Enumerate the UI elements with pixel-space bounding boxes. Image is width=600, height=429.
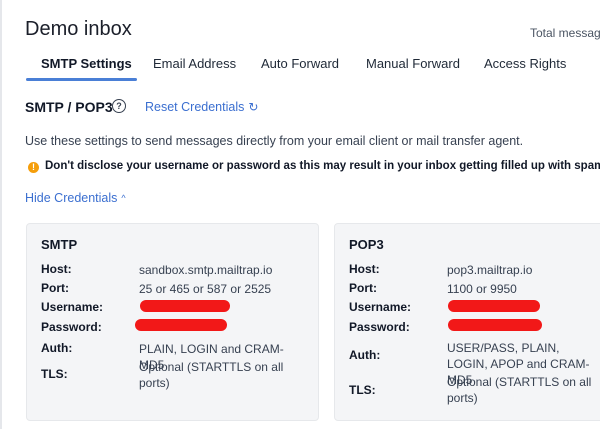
settings-tabs: SMTP Settings Email Address Auto Forward…	[0, 46, 600, 82]
hide-credentials-label: Hide Credentials	[25, 191, 118, 205]
tab-auto-forward[interactable]: Auto Forward	[261, 56, 339, 71]
smtp-card-title: SMTP	[41, 237, 78, 252]
pop3-port-label: Port:	[349, 281, 377, 295]
smtp-password-redaction	[135, 319, 227, 331]
settings-description: Use these settings to send messages dire…	[25, 134, 524, 148]
chevron-up-icon: ^	[121, 193, 126, 203]
warning-icon: !	[28, 162, 39, 173]
warning-text: Don't disclose your username or password…	[45, 160, 600, 172]
reset-credentials-link[interactable]: Reset Credentials ↻	[145, 100, 258, 114]
inbox-title: Demo inbox	[25, 18, 132, 40]
smtp-tls-label: TLS:	[41, 367, 68, 381]
pop3-card-title: POP3	[349, 237, 384, 252]
refresh-icon: ↻	[248, 100, 259, 114]
smtp-auth-label: Auth:	[41, 341, 73, 355]
smtp-username-redaction	[140, 300, 230, 312]
pop3-credentials-card: POP3 Host: pop3.mailtrap.io Port: 1100 o…	[334, 223, 600, 421]
tab-access-rights[interactable]: Access Rights	[484, 56, 566, 71]
reset-credentials-label: Reset Credentials	[145, 100, 245, 114]
active-tab-indicator	[26, 78, 137, 81]
smtp-username-label: Username:	[41, 300, 104, 314]
smtp-port-value[interactable]: 25 or 465 or 587 or 2525	[139, 281, 309, 297]
section-title: SMTP / POP3	[25, 99, 113, 115]
smtp-host-value[interactable]: sandbox.smtp.mailtrap.io	[139, 262, 309, 278]
smtp-password-label: Password:	[41, 320, 102, 334]
total-messages-label: Total message	[530, 26, 600, 40]
smtp-credentials-card: SMTP Host: sandbox.smtp.mailtrap.io Port…	[26, 223, 319, 421]
pop3-password-label: Password:	[349, 320, 410, 334]
help-icon[interactable]: ?	[112, 99, 126, 113]
warning-message: ! Don't disclose your username or passwor…	[28, 160, 600, 173]
tab-manual-forward[interactable]: Manual Forward	[366, 56, 460, 71]
pop3-tls-label: TLS:	[349, 383, 376, 397]
pop3-password-redaction	[448, 319, 542, 331]
smtp-tls-value: Optional (STARTTLS on all ports)	[139, 360, 284, 390]
hide-credentials-link[interactable]: Hide Credentials ^	[25, 191, 126, 205]
pop3-port-value[interactable]: 1100 or 9950	[447, 281, 600, 297]
pop3-host-label: Host:	[349, 262, 380, 276]
pop3-username-redaction	[448, 300, 540, 312]
smtp-port-label: Port:	[41, 281, 69, 295]
tab-email-address[interactable]: Email Address	[153, 56, 236, 71]
tab-smtp-settings[interactable]: SMTP Settings	[41, 56, 132, 71]
smtp-host-label: Host:	[41, 262, 72, 276]
pop3-host-value[interactable]: pop3.mailtrap.io	[447, 262, 600, 278]
pop3-username-label: Username:	[349, 300, 412, 314]
pop3-tls-value: Optional (STARTTLS on all ports)	[447, 375, 592, 405]
pop3-auth-label: Auth:	[349, 348, 381, 362]
